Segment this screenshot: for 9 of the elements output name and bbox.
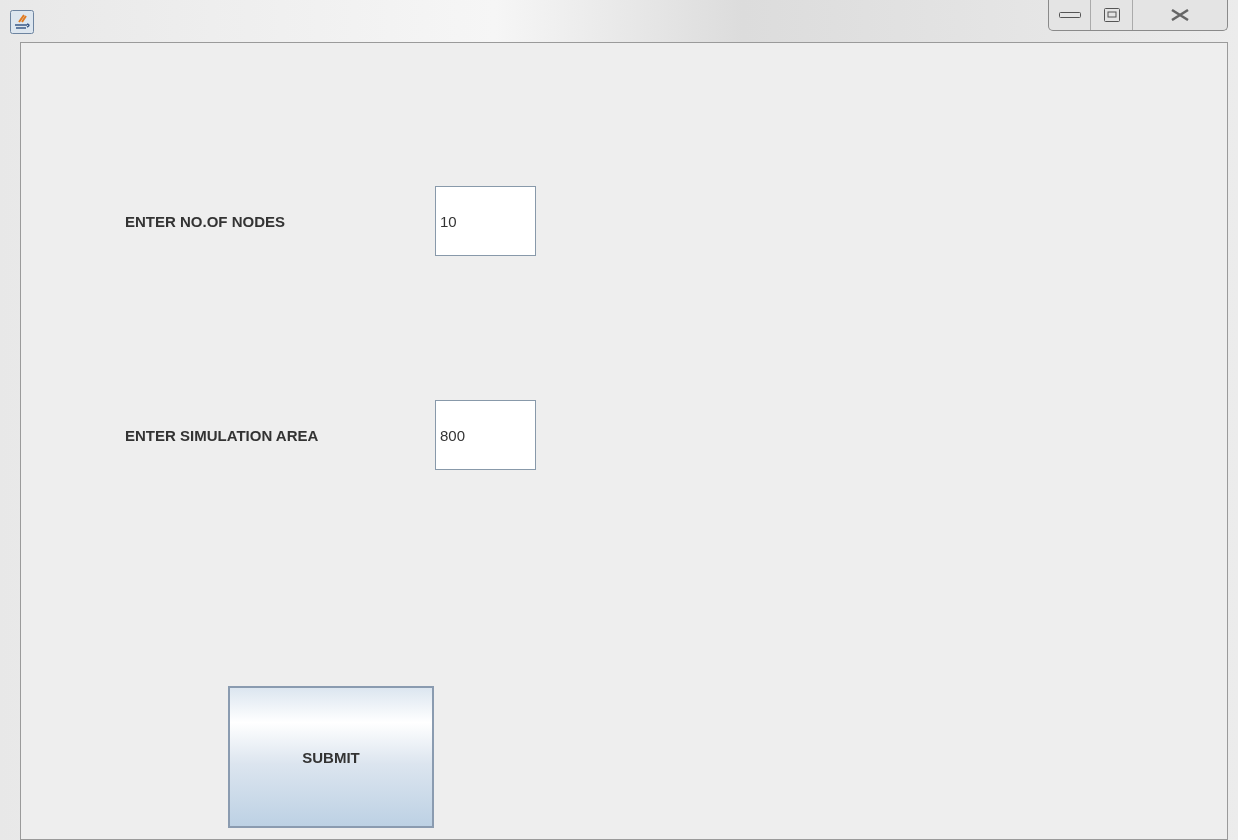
submit-button[interactable]: SUBMIT bbox=[228, 686, 434, 828]
input-field[interactable]: 10 bbox=[435, 186, 536, 256]
app-icon bbox=[10, 10, 34, 34]
minimize-icon bbox=[1058, 11, 1081, 19]
close-icon bbox=[1170, 9, 1190, 21]
field-label: ENTER SIMULATION AREA bbox=[125, 426, 320, 444]
input-field[interactable]: 800 bbox=[435, 400, 536, 470]
field-label: ENTER NO.OF NODES bbox=[125, 212, 286, 230]
maximize-icon bbox=[1103, 8, 1120, 22]
